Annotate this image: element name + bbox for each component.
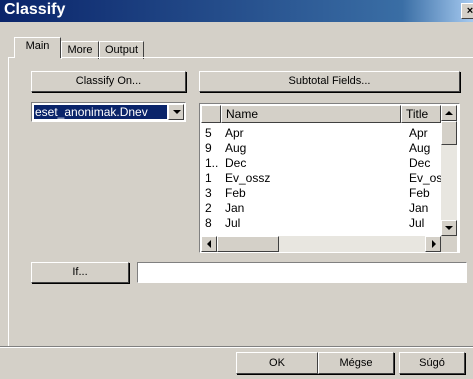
row-index: 9 [205, 141, 212, 155]
row-title: Jan [409, 201, 429, 215]
row-title: Dec [409, 156, 431, 170]
row-index: 5 [205, 126, 212, 140]
scroll-left-icon[interactable] [201, 236, 217, 252]
row-index: 3 [205, 186, 212, 200]
table-row[interactable]: 2 Jan Jan [201, 201, 441, 216]
title-bar: Classify × [0, 0, 473, 22]
scroll-down-icon[interactable] [441, 220, 457, 236]
vertical-scrollbar[interactable] [441, 105, 457, 236]
table-row[interactable]: 3 Feb Feb [201, 186, 441, 201]
help-button[interactable]: Súgó [399, 352, 465, 374]
scroll-up-icon[interactable] [441, 105, 457, 121]
if-button[interactable]: If... [31, 262, 129, 283]
scroll-right-icon[interactable] [425, 236, 441, 252]
subtotal-fields-label: Subtotal Fields... [288, 75, 371, 87]
tab-main[interactable]: Main [14, 37, 61, 58]
ok-button[interactable]: OK [236, 352, 318, 374]
horizontal-scrollbar[interactable] [201, 236, 441, 252]
horizontal-scroll-thumb[interactable] [217, 236, 279, 252]
row-name: Aug [225, 141, 247, 155]
table-row[interactable]: 9 Aug Aug [201, 141, 441, 156]
row-index: 8 [205, 216, 212, 230]
row-title: Jul [409, 216, 425, 230]
classify-on-button[interactable]: Classify On... [31, 71, 186, 92]
row-title: Apr [409, 126, 428, 140]
footer-separator [0, 346, 473, 348]
close-icon[interactable]: × [461, 3, 473, 19]
table-row[interactable]: 1 Ev_ossz Ev_os [201, 171, 443, 186]
classify-on-label: Classify On... [75, 75, 142, 87]
row-title: Aug [409, 141, 431, 155]
row-name: Apr [225, 126, 244, 140]
field-select-value: eset_anonimak.Dnev [34, 105, 167, 119]
table-row[interactable]: 8 Jul Jul [201, 216, 441, 231]
window-title: Classify [4, 1, 66, 18]
dropdown-arrow-icon[interactable] [168, 104, 184, 120]
field-select[interactable]: eset_anonimak.Dnev [31, 102, 186, 122]
grid-header-index [201, 105, 221, 123]
row-title: Feb [409, 186, 430, 200]
row-name: Ev_ossz [225, 171, 271, 185]
row-index: 2 [205, 201, 212, 215]
if-expression-field[interactable] [137, 262, 467, 283]
fields-grid[interactable]: Name Title 5 Apr Apr 9 Aug Aug 1.. Dec D… [199, 103, 460, 253]
grid-header-name[interactable]: Name [221, 105, 401, 123]
row-index: 1.. [205, 156, 219, 170]
subtotal-fields-button[interactable]: Subtotal Fields... [199, 71, 460, 92]
row-name: Dec [225, 156, 247, 170]
row-name: Feb [225, 186, 246, 200]
row-name: Jan [225, 201, 245, 215]
row-index: 1 [205, 171, 212, 185]
table-row[interactable]: 1.. Dec Dec [201, 156, 441, 171]
row-title: Ev_os [409, 171, 443, 185]
cancel-button[interactable]: Mégse [318, 352, 394, 374]
if-button-label: If... [72, 266, 88, 278]
grid-header-title[interactable]: Title [401, 105, 441, 123]
table-row[interactable]: 5 Apr Apr [201, 126, 441, 141]
vertical-scroll-thumb[interactable] [441, 121, 457, 145]
scrollbar-corner [441, 236, 457, 252]
row-name: Jul [225, 216, 241, 230]
